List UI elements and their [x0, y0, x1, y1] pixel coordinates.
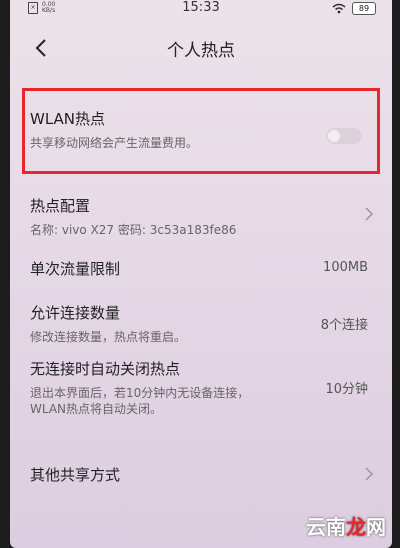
chevron-right-icon: [365, 207, 374, 221]
toggle-knob: [328, 130, 340, 142]
other-share-row[interactable]: 其他共享方式: [30, 464, 380, 488]
hotspot-config-subtitle: 名称: vivo X27 密码: 3c53a183fe86: [30, 223, 237, 237]
chevron-right-icon: [365, 467, 374, 481]
header: 个人热点: [10, 28, 392, 68]
other-share-title: 其他共享方式: [30, 466, 121, 484]
auto-off-subtitle-line2: WLAN热点将自动关闭。: [30, 402, 163, 416]
hotspot-config-row[interactable]: 热点配置 名称: vivo X27 密码: 3c53a183fe86: [30, 195, 380, 239]
wifi-icon: [332, 3, 346, 14]
status-right: 89: [332, 2, 376, 15]
data-limit-value: 100MB: [323, 260, 368, 275]
wlan-hotspot-toggle[interactable]: [326, 128, 362, 144]
data-limit-row[interactable]: 单次流量限制 100MB: [30, 258, 380, 282]
hotspot-config-title: 热点配置: [30, 197, 91, 215]
auto-off-title: 无连接时自动关闭热点: [30, 360, 181, 378]
max-connections-row[interactable]: 允许连接数量 修改连接数量，热点将重启。 8个连接: [30, 302, 380, 346]
phone-screen: × 0.00 KB/s 15:33 89 个人热点 WLAN热点 共享移动网络会…: [10, 0, 392, 548]
auto-off-row[interactable]: 无连接时自动关闭热点 退出本界面后，若10分钟内无设备连接， WLAN热点将自动…: [30, 358, 380, 424]
watermark-part1: 云南: [306, 515, 346, 539]
battery-icon: 89: [352, 2, 376, 15]
wlan-hotspot-row[interactable]: WLAN热点 共享移动网络会产生流量费用。: [30, 108, 380, 158]
wlan-hotspot-title: WLAN热点: [30, 110, 106, 128]
status-bar: × 0.00 KB/s 15:33 89: [10, 0, 392, 18]
watermark-part2: 龙: [346, 515, 366, 539]
watermark: 云南龙网: [306, 511, 386, 540]
page-title: 个人热点: [167, 41, 235, 61]
watermark-part3: 网: [366, 515, 386, 539]
auto-off-value: 10分钟: [325, 382, 368, 397]
max-connections-value: 8个连接: [320, 318, 368, 333]
